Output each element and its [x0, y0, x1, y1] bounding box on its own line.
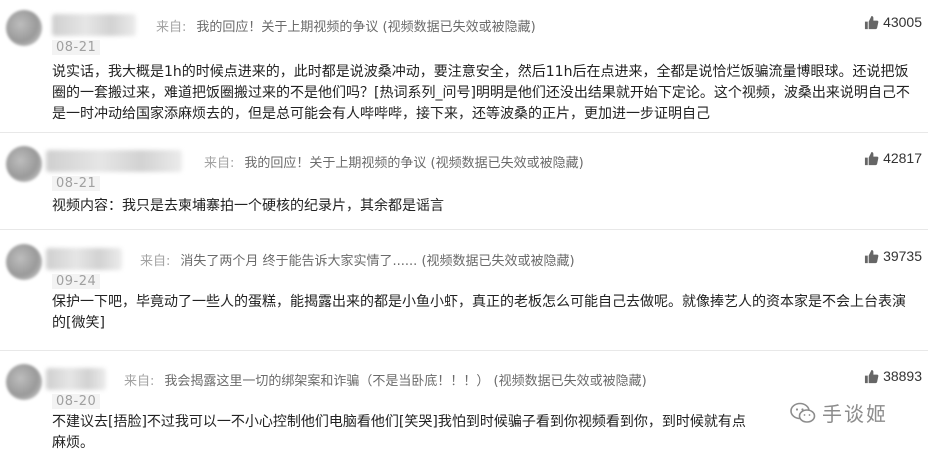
comment-meta: 来自: 我的回应！关于上期视频的争议 (视频数据已失效或被隐藏) — [204, 152, 584, 171]
comment-meta: 来自: 我会揭露这里一切的绑架案和诈骗（不是当卧底！！！） (视频数据已失效或被隐… — [124, 370, 647, 389]
source-video-link[interactable]: 我的回应！关于上期视频的争议 (视频数据已失效或被隐藏) — [244, 156, 583, 171]
divider — [0, 229, 928, 230]
avatar[interactable] — [6, 146, 42, 182]
from-label: 来自: — [156, 20, 187, 35]
avatar[interactable] — [6, 10, 42, 46]
like-count: 42817 — [883, 150, 922, 166]
comment-date: 08-21 — [52, 176, 101, 191]
avatar[interactable] — [6, 244, 42, 280]
comment-item: 来自: 我的回应！关于上期视频的争议 (视频数据已失效或被隐藏) 08-21 42… — [0, 142, 928, 222]
divider — [0, 132, 928, 133]
comment-item: 来自: 我的回应！关于上期视频的争议 (视频数据已失效或被隐藏) 08-21 43… — [0, 6, 928, 122]
watermark: 手谈姬 — [790, 398, 888, 427]
like-count: 43005 — [883, 14, 922, 30]
username-blurred[interactable] — [46, 368, 106, 390]
comment-text: 说实话，我大概是1h的时候点进来的，此时都是说波桑冲动，要注意安全，然后11h后… — [52, 64, 910, 122]
like-button[interactable]: 43005 — [864, 14, 922, 30]
thumbs-up-icon — [865, 249, 879, 263]
thumbs-up-icon — [865, 151, 879, 165]
comment-item: 来自: 我会揭露这里一切的绑架案和诈骗（不是当卧底！！！） (视频数据已失效或被隐… — [0, 360, 928, 451]
comment-text: 保护一下吧，毕竟动了一些人的蛋糕，能揭露出来的都是小鱼小虾，真正的老板怎么可能自… — [52, 294, 906, 331]
comment-meta: 来自: 消失了两个月 终于能告诉大家实情了...... (视频数据已失效或被隐藏) — [140, 250, 575, 269]
like-count: 38893 — [883, 368, 922, 384]
like-count: 39735 — [883, 248, 922, 264]
from-label: 来自: — [124, 374, 155, 389]
avatar[interactable] — [6, 364, 42, 400]
comment-meta: 来自: 我的回应！关于上期视频的争议 (视频数据已失效或被隐藏) — [156, 16, 536, 35]
thumbs-up-icon — [865, 15, 879, 29]
divider — [0, 350, 928, 351]
username-blurred[interactable] — [46, 150, 182, 172]
watermark-text: 手谈姬 — [822, 402, 888, 426]
comment-date: 08-20 — [52, 394, 101, 409]
username-blurred[interactable] — [46, 248, 122, 270]
like-button[interactable]: 38893 — [864, 368, 922, 384]
comment-text: 视频内容：我只是去柬埔寨拍一个硬核的纪录片，其余都是谣言 — [52, 198, 444, 214]
source-video-link[interactable]: 我会揭露这里一切的绑架案和诈骗（不是当卧底！！！） (视频数据已失效或被隐藏) — [164, 374, 646, 389]
thumbs-up-icon — [865, 369, 879, 383]
wechat-logo-icon — [790, 402, 816, 423]
username-blurred[interactable] — [52, 14, 136, 36]
like-button[interactable]: 42817 — [864, 150, 922, 166]
from-label: 来自: — [140, 254, 171, 269]
source-video-link[interactable]: 我的回应！关于上期视频的争议 (视频数据已失效或被隐藏) — [196, 20, 535, 35]
like-button[interactable]: 39735 — [864, 248, 922, 264]
comment-text: 不建议去[捂脸]不过我可以一不小心控制他们电脑看他们[笑哭]我怕到时候骗子看到你… — [52, 414, 746, 451]
comment-date: 08-21 — [52, 40, 101, 55]
source-video-link[interactable]: 消失了两个月 终于能告诉大家实情了...... (视频数据已失效或被隐藏) — [180, 254, 574, 269]
comment-date: 09-24 — [52, 274, 101, 289]
from-label: 来自: — [204, 156, 235, 171]
comment-item: 来自: 消失了两个月 终于能告诉大家实情了...... (视频数据已失效或被隐藏)… — [0, 240, 928, 342]
